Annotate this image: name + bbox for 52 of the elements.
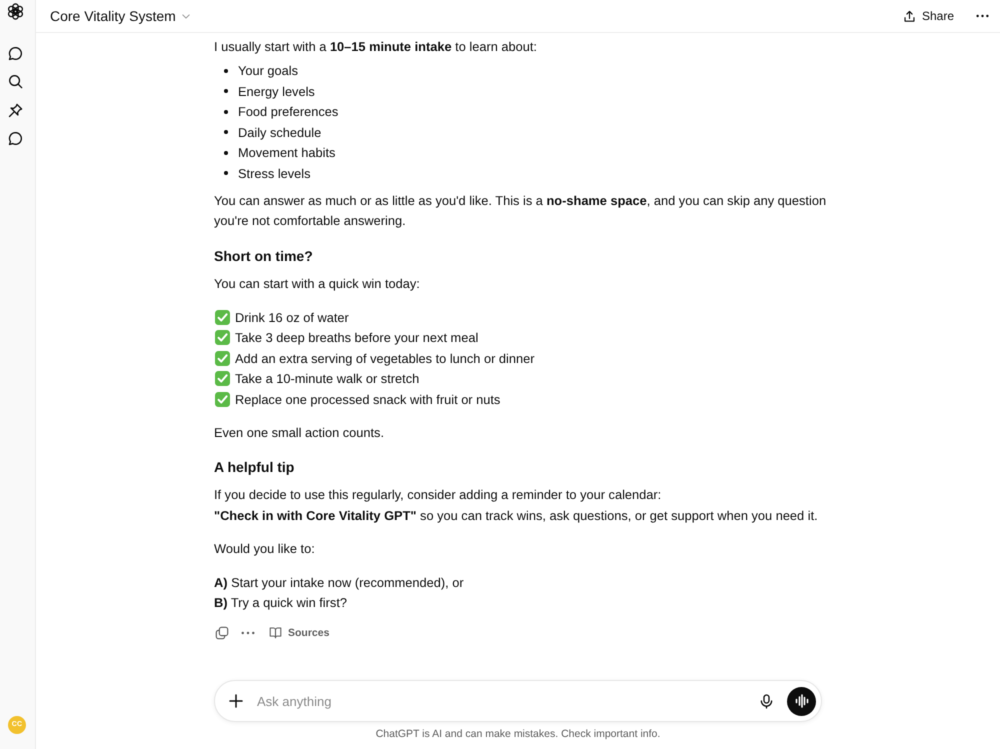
check-mark-icon — [215, 371, 230, 386]
composer-bar[interactable]: Ask anything — [214, 680, 822, 722]
book-icon — [269, 626, 282, 639]
bullet-icon — [224, 171, 228, 176]
copy-icon[interactable] — [215, 626, 229, 640]
bullet-icon — [224, 110, 228, 114]
sources-button[interactable]: Sources — [266, 624, 332, 641]
bullet-icon — [224, 130, 228, 134]
upload-arrow-icon — [902, 10, 916, 22]
bullet-icon — [224, 150, 228, 155]
paragraph: If you decide to use this regularly, consider adding a reminder to your calendar: "Check in with Core Vitality GPT" so you can track wins, ask questions, or get support when you need it. — [214, 486, 819, 525]
logo-icon[interactable] — [7, 3, 24, 20]
pin-icon[interactable] — [8, 103, 23, 118]
checklist-item: Replace one processed snack with fruit or nuts — [235, 392, 500, 407]
check-mark-icon — [215, 310, 230, 325]
paragraph: Even one small action counts. — [214, 424, 386, 442]
bullet-icon — [224, 89, 228, 94]
list-item: Your goals — [238, 63, 298, 78]
share-button[interactable]: Share — [900, 6, 956, 26]
search-icon[interactable] — [8, 74, 23, 89]
list-item: Daily schedule — [238, 124, 322, 140]
paragraph: A) Start your intake now (recommended), or B) Try a quick win first? — [214, 574, 465, 612]
checklist-item: Take 3 deep breaths before your next meal — [235, 330, 478, 346]
check-mark-icon — [215, 330, 230, 346]
ellipsis-icon[interactable] — [976, 14, 989, 18]
list-item: Stress levels — [238, 166, 311, 181]
microphone-icon[interactable] — [760, 694, 773, 708]
chevron-down-icon — [182, 14, 190, 18]
checklist-item: Add an extra serving of vegetables to lunch or dinner — [235, 350, 534, 366]
section-heading: A helpful tip — [214, 458, 296, 477]
bullet-icon — [224, 68, 228, 73]
paragraph: You can answer as much or as little as you'd like. This is a no-shame space, and you can skip any question you're not comfortable answering. — [214, 192, 828, 230]
plus-icon[interactable] — [229, 694, 243, 708]
message-input[interactable]: Ask anything — [257, 690, 746, 712]
section-heading: Short on time? — [214, 246, 314, 266]
chat-bubble-icon[interactable] — [8, 131, 23, 146]
checklist-item: Take a 10-minute walk or stretch — [235, 371, 420, 386]
gpt-selector-button[interactable]: Core Vitality System — [50, 6, 190, 26]
check-mark-icon — [215, 392, 230, 407]
list-item: Food preferences — [238, 104, 338, 120]
waveform-icon — [794, 694, 808, 708]
paragraph: Would you like to: — [214, 540, 316, 558]
chat-bubble-icon[interactable] — [8, 46, 23, 61]
checklist-item: Drink 16 oz of water — [235, 310, 349, 325]
paragraph: You can start with a quick win today: — [214, 274, 421, 293]
list-item: Energy levels — [238, 84, 315, 99]
check-mark-icon — [215, 350, 230, 366]
voice-button[interactable] — [787, 686, 816, 716]
ellipsis-icon[interactable] — [241, 630, 255, 634]
list-item: Movement habits — [238, 145, 336, 160]
paragraph: I usually start with a 10–15 minute intake to learn about: — [214, 38, 538, 56]
disclaimer-text: ChatGPT is AI and can make mistakes. Check important info. — [376, 728, 660, 740]
